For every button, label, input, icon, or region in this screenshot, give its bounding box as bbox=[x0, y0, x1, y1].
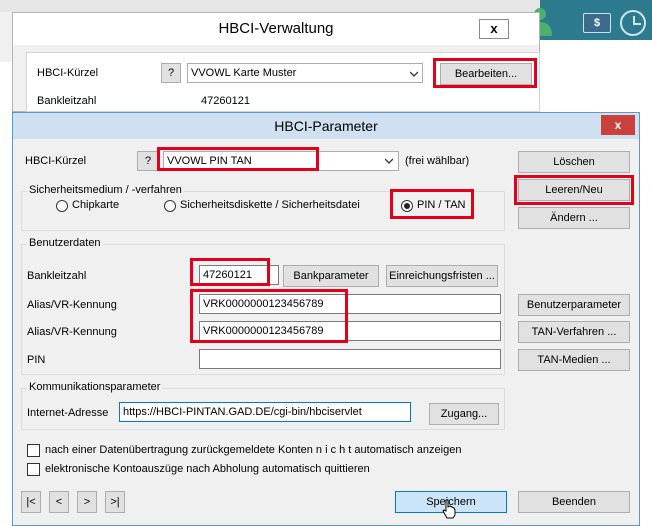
hbci-verwaltung-window: HBCI-Verwaltung x HBCI-Kürzel ? VVOWL Ka… bbox=[12, 12, 540, 112]
verwaltung-title: HBCI-Verwaltung bbox=[13, 13, 539, 45]
nav-first-button[interactable]: |< bbox=[21, 491, 41, 513]
chevron-down-icon bbox=[410, 71, 418, 77]
highlight-blz bbox=[190, 258, 270, 286]
chevron-down-icon bbox=[385, 158, 393, 164]
parameter-title: HBCI-Parameter bbox=[13, 113, 639, 139]
verwaltung-help-button[interactable]: ? bbox=[161, 63, 181, 83]
beenden-button[interactable]: Beenden bbox=[518, 491, 630, 513]
dollar-icon[interactable]: $ bbox=[583, 13, 611, 33]
highlight-leeren-neu bbox=[514, 175, 634, 205]
checkbox-quittieren[interactable] bbox=[27, 463, 40, 476]
loeschen-button[interactable]: Löschen bbox=[518, 151, 630, 173]
comm-group-label: Kommunikationsparameter bbox=[27, 381, 163, 393]
blz-label: Bankleitzahl bbox=[27, 270, 87, 282]
highlight-alias bbox=[190, 289, 348, 343]
url-label: Internet-Adresse bbox=[27, 407, 109, 419]
highlight-bearbeiten bbox=[433, 58, 537, 88]
security-group-label: Sicherheitsmedium / -verfahren bbox=[27, 184, 184, 196]
zugang-button[interactable]: Zugang... bbox=[429, 403, 499, 425]
hbci-parameter-window: HBCI-Parameter x HBCI-Kürzel ? VVOWL PIN… bbox=[12, 112, 640, 526]
nav-next-button[interactable]: > bbox=[77, 491, 97, 513]
parameter-kuerzel-label: HBCI-Kürzel bbox=[25, 155, 87, 167]
pin-label: PIN bbox=[27, 354, 46, 366]
hand-cursor-icon bbox=[442, 499, 456, 519]
benutzerparameter-button[interactable]: Benutzerparameter bbox=[518, 294, 630, 316]
checkbox-konten-anzeigen[interactable] bbox=[27, 444, 40, 457]
verwaltung-close-button[interactable]: x bbox=[479, 19, 509, 39]
parameter-close-button[interactable]: x bbox=[601, 115, 635, 135]
highlight-kuerzel bbox=[157, 147, 319, 171]
checkbox-quittieren-label[interactable]: elektronische Kontoauszüge nach Abholung… bbox=[45, 463, 370, 475]
highlight-pintan bbox=[390, 189, 474, 219]
alias-label-2: Alias/VR-Kennung bbox=[27, 326, 117, 338]
radio-chipkarte-label[interactable]: Chipkarte bbox=[72, 199, 119, 211]
nav-prev-button[interactable]: < bbox=[49, 491, 69, 513]
checkbox-konten-label[interactable]: nach einer Datenübertragung zurückgemeld… bbox=[45, 444, 461, 456]
url-input[interactable]: https://HBCI-PINTAN.GAD.DE/cgi-bin/hbcis… bbox=[119, 402, 411, 422]
bankparameter-button[interactable]: Bankparameter bbox=[283, 265, 379, 287]
alias-label-1: Alias/VR-Kennung bbox=[27, 299, 117, 311]
tan-verfahren-button[interactable]: TAN-Verfahren ... bbox=[518, 321, 630, 343]
einreichungsfristen-button[interactable]: Einreichungsfristen ... bbox=[386, 265, 498, 287]
parameter-help-button[interactable]: ? bbox=[137, 151, 159, 171]
verwaltung-kuerzel-select[interactable]: VVOWL Karte Muster bbox=[187, 63, 423, 83]
verwaltung-panel: HBCI-Kürzel ? VVOWL Karte Muster Bearbei… bbox=[26, 52, 540, 112]
user-group-label: Benutzerdaten bbox=[27, 237, 103, 249]
pin-input[interactable] bbox=[199, 349, 501, 369]
aendern-button[interactable]: Ändern ... bbox=[518, 207, 630, 229]
verwaltung-blz-label: Bankleitzahl bbox=[37, 95, 97, 107]
verwaltung-kuerzel-label: HBCI-Kürzel bbox=[37, 67, 99, 79]
radio-diskette-label[interactable]: Sicherheitsdiskette / Sicherheitsdatei bbox=[180, 199, 360, 211]
nav-last-button[interactable]: >| bbox=[105, 491, 125, 513]
radio-chipkarte[interactable] bbox=[56, 200, 68, 212]
tan-medien-button[interactable]: TAN-Medien ... bbox=[518, 349, 630, 371]
clock-icon[interactable] bbox=[620, 10, 646, 36]
verwaltung-blz-value: 47260121 bbox=[201, 95, 250, 107]
radio-diskette[interactable] bbox=[164, 200, 176, 212]
kuerzel-hint: (frei wählbar) bbox=[405, 155, 470, 167]
